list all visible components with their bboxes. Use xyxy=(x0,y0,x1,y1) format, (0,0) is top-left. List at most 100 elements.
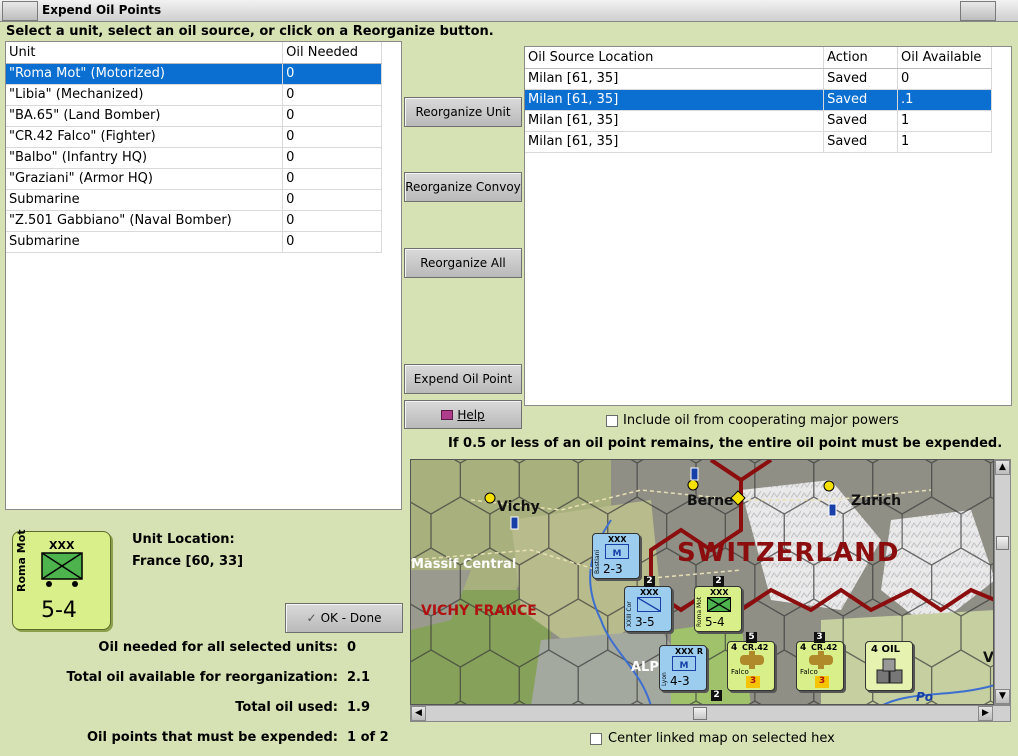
map-vertical-scrollbar[interactable]: ▲ ▼ xyxy=(994,459,1011,705)
system-menu-button[interactable] xyxy=(2,1,38,21)
counter-strength: 5-4 xyxy=(41,598,77,623)
unit-name-cell: "Balbo" (Infantry HQ) xyxy=(6,147,284,169)
oil-needed-cell: 0 xyxy=(282,105,382,127)
expend-oil-point-button[interactable]: Expend Oil Point xyxy=(404,364,522,394)
units-list[interactable]: Unit Oil Needed "Roma Mot" (Motorized) 0 "… xyxy=(5,41,402,510)
oil-available-cell: 1 xyxy=(897,110,992,132)
counter-strength: 4-3 xyxy=(670,674,690,688)
include-coop-checkbox[interactable] xyxy=(606,415,618,427)
oil-source-location-header[interactable]: Oil Source Location xyxy=(525,47,825,69)
ok-done-button[interactable]: ✓ OK - Done xyxy=(285,603,403,633)
unit-name-cell: "Libia" (Mechanized) xyxy=(6,84,284,106)
motorized-symbol-icon: M xyxy=(605,544,629,559)
stack-count-badge: 5 xyxy=(746,632,757,643)
counter-pre: 4 xyxy=(731,643,738,653)
scroll-down-icon[interactable]: ▼ xyxy=(995,689,1010,704)
action-header[interactable]: Action xyxy=(823,47,898,69)
oil-needed-cell: 0 xyxy=(282,210,382,232)
center-map-label: Center linked map on selected hex xyxy=(608,731,835,746)
reorganize-convoy-button[interactable]: Reorganize Convoy xyxy=(404,172,522,202)
map-counter-roma-mot[interactable]: Roma Mot XXX 5-4 xyxy=(694,586,742,632)
oil-header-row: Oil Source Location Action Oil Available xyxy=(525,47,992,69)
oil-source-row[interactable]: Milan [61, 35] Saved 0 xyxy=(525,68,992,90)
mechanized-symbol-icon xyxy=(41,552,83,587)
unit-name-cell: "BA.65" (Land Bomber) xyxy=(6,105,284,127)
oil-needed-cell: 0 xyxy=(282,189,382,211)
reorganize-all-button[interactable]: Reorganize All xyxy=(404,248,522,278)
counter-strength: 2-3 xyxy=(603,562,623,576)
unit-row[interactable]: "CR.42 Falco" (Fighter) 0 xyxy=(6,126,382,148)
map-label-switzerland: SWITZERLAND xyxy=(677,538,900,568)
oil-source-row[interactable]: Milan [61, 35] Saved 1 xyxy=(525,131,992,153)
map-label-berne: Berne xyxy=(687,493,734,509)
counter-size: XXX xyxy=(608,535,627,544)
unit-row[interactable]: "Roma Mot" (Motorized) 0 xyxy=(6,63,382,85)
instruction-text: Select a unit, select an oil source, or … xyxy=(6,24,494,39)
stat-oil-used-value: 1.9 xyxy=(347,700,371,715)
map-counter-xxiii-corps[interactable]: XXIII Cor XXX 3-5 xyxy=(624,586,672,632)
unit-row[interactable]: "Z.501 Gabbiano" (Naval Bomber) 0 xyxy=(6,210,382,232)
oil-source-row[interactable]: Milan [61, 35] Saved .1 xyxy=(525,89,992,111)
counter-size: XXX xyxy=(675,647,694,656)
vertical-scroll-thumb[interactable] xyxy=(996,536,1009,550)
fighter-plane-icon xyxy=(740,651,764,669)
map-counter-cr42-falco-2[interactable]: 4 CR.42 Falco 3 xyxy=(796,641,844,691)
ok-done-label: OK - Done xyxy=(320,611,382,625)
oil-available-header[interactable]: Oil Available xyxy=(897,47,992,69)
oil-action-cell: Saved xyxy=(823,89,898,111)
close-button[interactable] xyxy=(960,1,996,21)
linked-map[interactable]: Vichy Berne Zurich SWITZERLAND Massif Ce… xyxy=(410,459,994,705)
horizontal-scroll-thumb[interactable] xyxy=(693,707,707,720)
stat-must-expend-label: Oil points that must be expended: xyxy=(86,730,338,745)
map-horizontal-scrollbar[interactable]: ◀ ▶ xyxy=(410,705,1011,722)
unit-row[interactable]: "Libia" (Mechanized) 0 xyxy=(6,84,382,106)
title-bar: Expend Oil Points xyxy=(0,0,1018,22)
oil-available-cell: 0 xyxy=(897,68,992,90)
oil-needed-cell: 0 xyxy=(282,168,382,190)
counter-size: XXX xyxy=(640,588,659,597)
map-label-massif-central: Massif Central xyxy=(411,557,517,572)
motorized-symbol-icon: M xyxy=(672,656,696,671)
map-counter-oil[interactable]: 4 OIL xyxy=(865,641,913,691)
stack-count-badge: 2 xyxy=(644,576,655,587)
help-button[interactable]: Help xyxy=(404,400,522,429)
counter-sub: Falco xyxy=(800,668,818,676)
expend-rule-text: If 0.5 or less of an oil point remains, … xyxy=(448,436,1003,451)
scroll-up-icon[interactable]: ▲ xyxy=(995,460,1010,475)
oil-needed-column-header[interactable]: Oil Needed xyxy=(282,42,382,64)
oil-source-row[interactable]: Milan [61, 35] Saved 1 xyxy=(525,110,992,132)
unit-name-cell: "Graziani" (Armor HQ) xyxy=(6,168,284,190)
counter-title: CR.42 xyxy=(811,643,838,652)
oil-needed-cell: 0 xyxy=(282,231,382,253)
counter-strength: 3 xyxy=(815,676,829,688)
unit-name-cell: "Roma Mot" (Motorized) xyxy=(6,63,284,85)
unit-location-value: France [60, 33] xyxy=(132,554,244,569)
map-counter-cr42-falco-1[interactable]: 4 CR.42 Falco 3 xyxy=(727,641,775,691)
unit-column-header[interactable]: Unit xyxy=(6,42,284,64)
counter-pre: 4 xyxy=(800,643,807,653)
map-counter-lyon[interactable]: Lyon XXX R M 4-3 xyxy=(659,645,707,691)
oil-sources-list[interactable]: Oil Source Location Action Oil Available… xyxy=(524,46,1012,406)
fighter-plane-icon xyxy=(809,651,833,669)
counter-strength: 5-4 xyxy=(705,615,725,629)
units-header-row: Unit Oil Needed xyxy=(6,42,382,64)
help-book-icon xyxy=(441,409,454,420)
unit-row[interactable]: Submarine 0 xyxy=(6,231,382,253)
window-title: Expend Oil Points xyxy=(42,3,162,17)
stat-total-oil-value: 2.1 xyxy=(347,670,371,685)
unit-row[interactable]: Submarine 0 xyxy=(6,189,382,211)
reorganize-unit-button[interactable]: Reorganize Unit xyxy=(404,97,522,127)
stat-total-oil-label: Total oil available for reorganization: xyxy=(66,670,339,685)
scroll-right-icon[interactable]: ▶ xyxy=(978,706,993,721)
unit-row[interactable]: "Balbo" (Infantry HQ) 0 xyxy=(6,147,382,169)
map-label-edge-v: V xyxy=(983,650,994,666)
map-counter-bastiani[interactable]: Bastiani XXX M 2-3 xyxy=(592,533,640,579)
oil-needed-cell: 0 xyxy=(282,126,382,148)
map-label-po: Po xyxy=(916,690,934,704)
unit-row[interactable]: "Graziani" (Armor HQ) 0 xyxy=(6,168,382,190)
center-map-checkbox[interactable] xyxy=(590,733,602,745)
scroll-left-icon[interactable]: ◀ xyxy=(411,706,426,721)
counter-side-label: Roma Mot xyxy=(696,596,703,627)
unit-row[interactable]: "BA.65" (Land Bomber) 0 xyxy=(6,105,382,127)
help-button-label: Help xyxy=(457,407,485,422)
